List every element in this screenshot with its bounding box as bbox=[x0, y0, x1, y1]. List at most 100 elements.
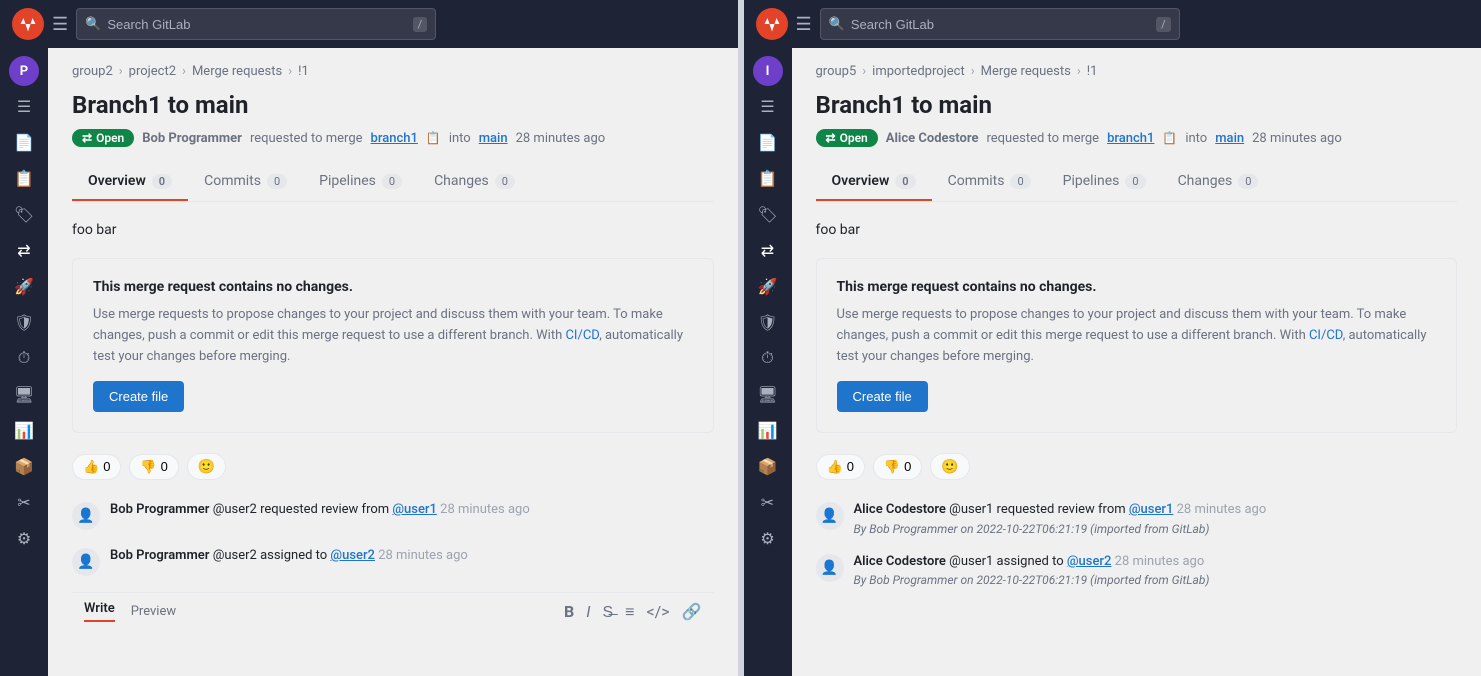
hamburger-icon-right[interactable]: ☰ bbox=[796, 14, 812, 35]
breadcrumb-id-right: !1 bbox=[1087, 64, 1098, 79]
tab-changes-left[interactable]: Changes 0 bbox=[418, 163, 531, 201]
sidebar-icon-page-right[interactable]: 📄 bbox=[752, 126, 784, 158]
sidebar-icon-shield-right[interactable]: 🛡 bbox=[752, 306, 784, 338]
thumbs-down-btn-right[interactable]: 👎 0 bbox=[873, 454, 922, 480]
sidebar-icon-list-left[interactable]: 📋 bbox=[8, 162, 40, 194]
thumbs-up-btn-left[interactable]: 👍 0 bbox=[72, 454, 121, 480]
sidebar-icon-menu-right[interactable]: ☰ bbox=[752, 90, 784, 122]
emoji-btn-left[interactable]: 🙂 bbox=[187, 453, 226, 480]
breadcrumb-group-left[interactable]: group2 bbox=[72, 64, 113, 79]
source-branch-left[interactable]: branch1 bbox=[371, 131, 418, 146]
gitlab-logo-left[interactable] bbox=[12, 8, 44, 40]
tab-pipelines-right[interactable]: Pipelines 0 bbox=[1047, 163, 1162, 201]
emoji-btn-right[interactable]: 🙂 bbox=[930, 453, 969, 480]
breadcrumb-project-right[interactable]: importedproject bbox=[872, 64, 965, 79]
search-slash-left: / bbox=[413, 17, 428, 32]
sidebar-icon-scissors-right[interactable]: ✂ bbox=[752, 486, 784, 518]
top-nav-right: ☰ 🔍 / bbox=[744, 0, 1481, 48]
sidebar-icon-tag-right[interactable]: 🏷 bbox=[752, 198, 784, 230]
activity-avatar-right-1: 👤 bbox=[816, 554, 844, 582]
user-avatar-right[interactable]: I bbox=[753, 56, 783, 86]
editor-list-icon-left[interactable]: ≡ bbox=[625, 602, 634, 622]
sidebar-icon-package-right[interactable]: 📦 bbox=[752, 450, 784, 482]
search-bar-left[interactable]: 🔍 / bbox=[76, 8, 436, 40]
search-slash-right: / bbox=[1156, 17, 1171, 32]
reactions-left: 👍 0 👎 0 🙂 bbox=[72, 453, 714, 480]
ci-cd-link-right[interactable]: CI/CD bbox=[1309, 328, 1343, 343]
create-file-btn-left[interactable]: Create file bbox=[93, 381, 184, 412]
sidebar-icon-rocket-right[interactable]: 🚀 bbox=[752, 270, 784, 302]
create-file-btn-right[interactable]: Create file bbox=[837, 381, 928, 412]
editor-tab-write-left[interactable]: Write bbox=[84, 601, 115, 622]
activity-target-link-right-0[interactable]: @user1 bbox=[1129, 502, 1174, 517]
activity-text-right-0: Alice Codestore @user1 requested review … bbox=[854, 500, 1267, 520]
reactions-right: 👍 0 👎 0 🙂 bbox=[816, 453, 1458, 480]
search-bar-right[interactable]: 🔍 / bbox=[820, 8, 1180, 40]
target-branch-right[interactable]: main bbox=[1215, 131, 1244, 146]
editor-code-icon-left[interactable]: </> bbox=[646, 602, 669, 622]
editor-bold-icon-left[interactable]: B bbox=[564, 602, 574, 622]
hamburger-icon-left[interactable]: ☰ bbox=[52, 14, 68, 35]
editor-link-icon-left[interactable]: 🔗 bbox=[682, 602, 702, 622]
search-input-right[interactable] bbox=[851, 17, 1150, 32]
sidebar-icon-mr-left[interactable]: ⇄ bbox=[8, 234, 40, 266]
tab-commits-left[interactable]: Commits 0 bbox=[188, 163, 303, 201]
thumbs-down-btn-left[interactable]: 👎 0 bbox=[129, 454, 178, 480]
activity-avatar-left-1: 👤 bbox=[72, 548, 100, 576]
sidebar-left: P ☰ 📄 📋 🏷 ⇄ 🚀 🛡 ⏱ 🖥 📊 📦 ✂ ⚙ bbox=[0, 48, 48, 676]
ci-cd-link-left[interactable]: CI/CD bbox=[565, 328, 599, 343]
tab-commits-right[interactable]: Commits 0 bbox=[932, 163, 1047, 201]
gitlab-logo-right[interactable] bbox=[756, 8, 788, 40]
sidebar-icon-menu-left[interactable]: ☰ bbox=[8, 90, 40, 122]
sidebar-icon-page-left[interactable]: 📄 bbox=[8, 126, 40, 158]
sidebar-icon-timer-right[interactable]: ⏱ bbox=[752, 342, 784, 374]
sidebar-icon-tag-left[interactable]: 🏷 bbox=[8, 198, 40, 230]
sidebar-icon-gear-left[interactable]: ⚙ bbox=[8, 522, 40, 554]
tab-overview-left[interactable]: Overview 0 bbox=[72, 163, 188, 201]
description-left: foo bar bbox=[72, 222, 714, 238]
tab-overview-right[interactable]: Overview 0 bbox=[816, 163, 932, 201]
editor-tab-preview-left[interactable]: Preview bbox=[131, 604, 176, 619]
sidebar-icon-chart-left[interactable]: 📊 bbox=[8, 414, 40, 446]
description-right: foo bar bbox=[816, 222, 1458, 238]
sidebar-icon-shield-left[interactable]: 🛡 bbox=[8, 306, 40, 338]
info-box-text-left: Use merge requests to propose changes to… bbox=[93, 305, 693, 367]
editor-strike-icon-left[interactable]: S̶ bbox=[602, 602, 613, 622]
sidebar-icon-chart-right[interactable]: 📊 bbox=[752, 414, 784, 446]
activity-target-link-left-0[interactable]: @user1 bbox=[392, 502, 437, 517]
sidebar-icon-package-left[interactable]: 📦 bbox=[8, 450, 40, 482]
sidebar-icon-rocket-left[interactable]: 🚀 bbox=[8, 270, 40, 302]
sidebar-right: I ☰ 📄 📋 🏷 ⇄ 🚀 🛡 ⏱ 🖥 📊 📦 ✂ ⚙ bbox=[744, 48, 792, 676]
sidebar-icon-scissors-left[interactable]: ✂ bbox=[8, 486, 40, 518]
copy-icon-left[interactable]: 📋 bbox=[426, 131, 441, 145]
tab-changes-right[interactable]: Changes 0 bbox=[1162, 163, 1275, 201]
search-icon-left: 🔍 bbox=[85, 17, 101, 32]
activity-target-link-right-1[interactable]: @user2 bbox=[1067, 554, 1112, 569]
editor-italic-icon-left[interactable]: I bbox=[586, 602, 590, 622]
source-branch-right[interactable]: branch1 bbox=[1107, 131, 1154, 146]
status-badge-right: ⇄ Open bbox=[816, 129, 878, 147]
merge-icon-left: ⇄ bbox=[82, 131, 92, 145]
time-right: 28 minutes ago bbox=[1252, 131, 1342, 146]
sidebar-icon-timer-left[interactable]: ⏱ bbox=[8, 342, 40, 374]
activity-item-right-0: 👤 Alice Codestore @user1 requested revie… bbox=[816, 500, 1458, 536]
breadcrumb-group-right[interactable]: group5 bbox=[816, 64, 857, 79]
breadcrumb-project-left[interactable]: project2 bbox=[129, 64, 176, 79]
tab-pipelines-left[interactable]: Pipelines 0 bbox=[303, 163, 418, 201]
sidebar-icon-monitor-left[interactable]: 🖥 bbox=[8, 378, 40, 410]
breadcrumb-right: group5 › importedproject › Merge request… bbox=[816, 64, 1458, 79]
user-avatar-left[interactable]: P bbox=[9, 56, 39, 86]
search-input-left[interactable] bbox=[107, 17, 406, 32]
breadcrumb-mr-right[interactable]: Merge requests bbox=[981, 64, 1071, 79]
sidebar-icon-gear-right[interactable]: ⚙ bbox=[752, 522, 784, 554]
activity-target-link-left-1[interactable]: @user2 bbox=[330, 548, 375, 563]
thumbs-up-btn-right[interactable]: 👍 0 bbox=[816, 454, 865, 480]
breadcrumb-mr-left[interactable]: Merge requests bbox=[192, 64, 282, 79]
sidebar-icon-mr-right[interactable]: ⇄ bbox=[752, 234, 784, 266]
sidebar-icon-list-right[interactable]: 📋 bbox=[752, 162, 784, 194]
breadcrumb-left: group2 › project2 › Merge requests › !1 bbox=[72, 64, 714, 79]
copy-icon-right[interactable]: 📋 bbox=[1162, 131, 1177, 145]
target-branch-left[interactable]: main bbox=[479, 131, 508, 146]
sidebar-icon-monitor-right[interactable]: 🖥 bbox=[752, 378, 784, 410]
breadcrumb-id-left: !1 bbox=[298, 64, 309, 79]
